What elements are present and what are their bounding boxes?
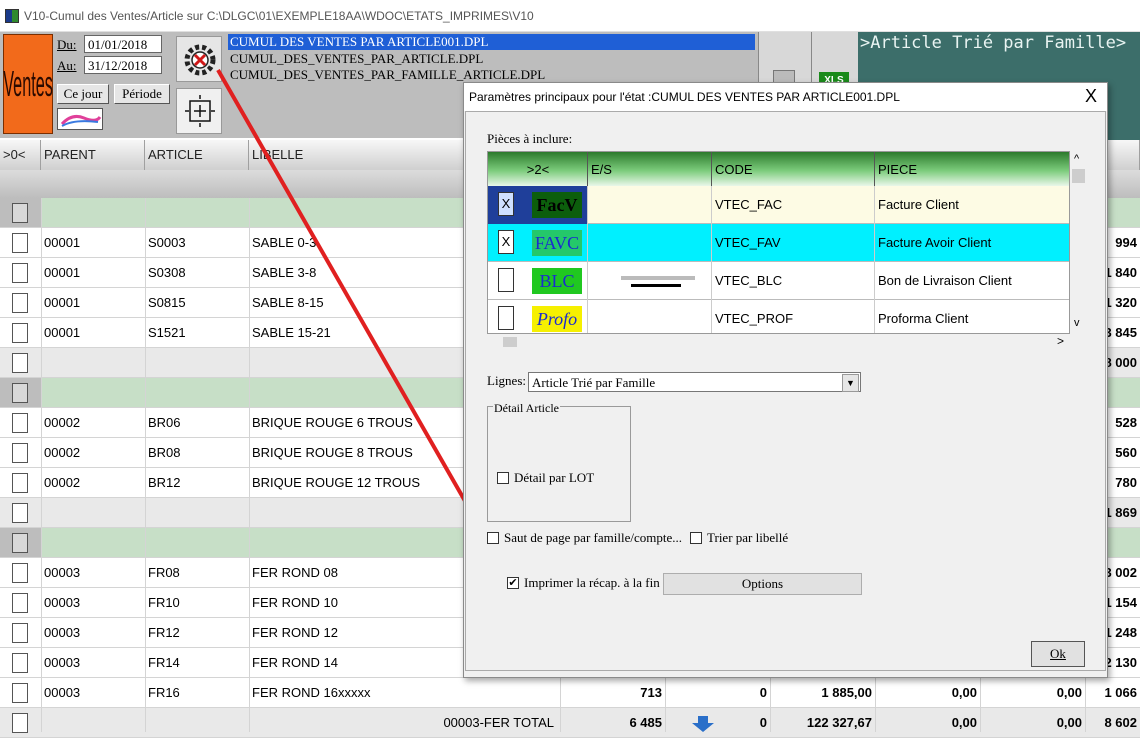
imprimer-recap-checkbox[interactable]: ✔ — [507, 577, 519, 589]
pieces-col-piece[interactable]: PIECE — [875, 152, 1069, 186]
detail-article-group — [487, 406, 631, 522]
piece-checkbox[interactable] — [498, 306, 514, 330]
pieces-label: Pièces à inclure: — [487, 131, 573, 146]
trier-libelle-checkbox[interactable] — [690, 532, 702, 544]
close-icon[interactable]: X — [1085, 86, 1097, 106]
piece-select-cell[interactable]: X FacV — [488, 186, 588, 224]
piece-code-cell: VTEC_PROF — [712, 300, 875, 333]
imprimer-recap-label: Imprimer la récap. à la fin — [524, 575, 660, 590]
piece-name-cell: Proforma Client — [875, 300, 1069, 333]
piece-es-cell — [588, 186, 712, 224]
saut-page-checkbox[interactable] — [487, 532, 499, 544]
detail-lot-label: Détail par LOT — [514, 470, 595, 485]
piece-select-cell[interactable]: BLC — [488, 262, 588, 300]
lignes-label: Lignes: — [487, 373, 526, 388]
saut-page-label: Saut de page par famille/compte... — [504, 530, 682, 545]
piece-checkbox[interactable] — [498, 268, 514, 292]
dialog-title: Paramètres principaux pour l'état :CUMUL… — [469, 90, 900, 104]
piece-code-cell: VTEC_BLC — [712, 262, 875, 300]
lignes-select[interactable]: Article Trié par Famille ▼ — [528, 372, 861, 392]
pieces-col-toggle[interactable]: >2< — [488, 152, 588, 186]
trier-libelle-label: Trier par libellé — [707, 530, 789, 545]
document-type-icon: Profo — [532, 306, 582, 332]
piece-row[interactable]: X FacV VTEC_FAC Facture Client — [488, 186, 1069, 224]
piece-select-cell[interactable]: X FAVC — [488, 224, 588, 262]
ok-button[interactable]: Ok — [1031, 641, 1085, 667]
document-type-icon: FacV — [532, 192, 582, 218]
piece-es-cell — [588, 224, 712, 262]
dialog-title-bar: Paramètres principaux pour l'état :CUMUL… — [464, 83, 1107, 111]
piece-es-cell — [588, 262, 712, 300]
pieces-grid: >2< E/S CODE PIECE X FacV VTEC_FAC Factu… — [487, 151, 1070, 334]
pieces-col-es[interactable]: E/S — [588, 152, 712, 186]
pieces-vscrollbar[interactable]: ^ v — [1070, 151, 1087, 334]
piece-select-cell[interactable]: Profo — [488, 300, 588, 333]
piece-row[interactable]: Profo VTEC_PROF Proforma Client — [488, 300, 1069, 333]
detail-article-title: Détail Article — [493, 401, 560, 416]
piece-name-cell: Facture Client — [875, 186, 1069, 224]
detail-lot-checkbox[interactable] — [497, 472, 509, 484]
piece-row[interactable]: X FAVC VTEC_FAV Facture Avoir Client — [488, 224, 1069, 262]
piece-checkbox[interactable]: X — [498, 192, 514, 216]
document-type-icon: BLC — [532, 268, 582, 294]
piece-name-cell: Bon de Livraison Client — [875, 262, 1069, 300]
options-button[interactable]: Options — [663, 573, 862, 595]
chevron-down-icon[interactable]: ▼ — [842, 374, 859, 392]
piece-code-cell: VTEC_FAC — [712, 186, 875, 224]
parameters-dialog: Paramètres principaux pour l'état :CUMUL… — [463, 82, 1108, 678]
piece-code-cell: VTEC_FAV — [712, 224, 875, 262]
pieces-col-code[interactable]: CODE — [712, 152, 875, 186]
document-type-icon: FAVC — [532, 230, 582, 256]
pieces-hscrollbar[interactable]: > — [487, 334, 1070, 350]
piece-checkbox[interactable]: X — [498, 230, 514, 254]
lignes-select-value: Article Trié par Famille — [532, 375, 656, 390]
piece-row[interactable]: BLC VTEC_BLC Bon de Livraison Client — [488, 262, 1069, 300]
piece-es-cell — [588, 300, 712, 333]
piece-name-cell: Facture Avoir Client — [875, 224, 1069, 262]
